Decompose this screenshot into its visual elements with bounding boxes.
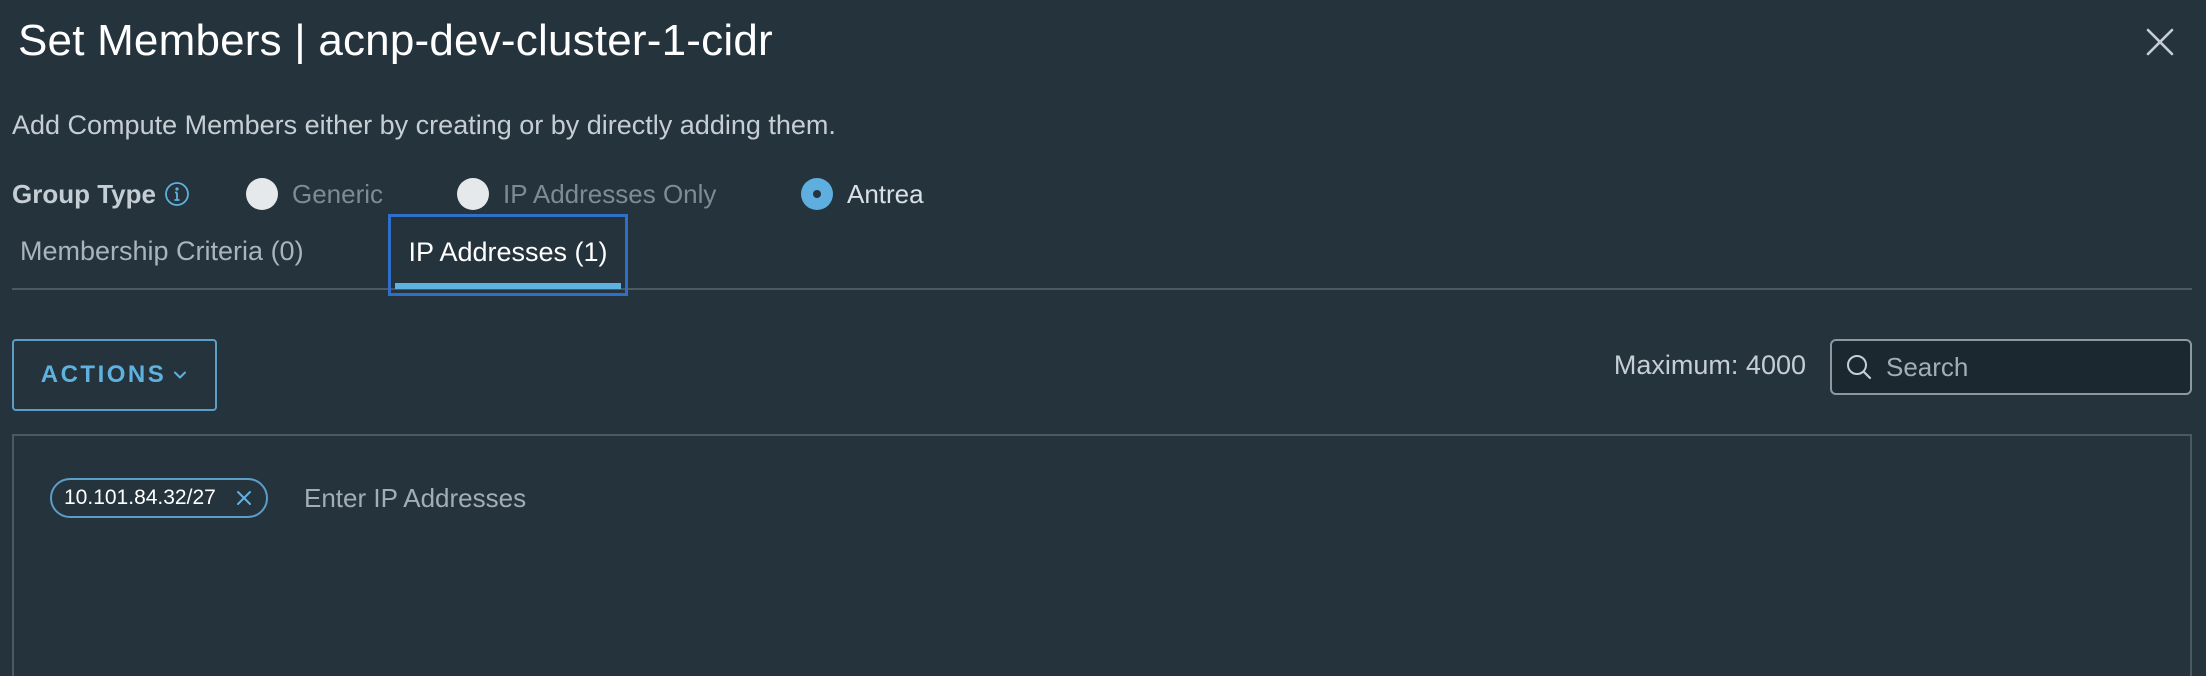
ip-address-chip: 10.101.84.32/27: [50, 478, 268, 518]
members-tabs: Membership Criteria (0) IP Addresses (1): [12, 212, 2192, 296]
tab-membership-criteria[interactable]: Membership Criteria (0): [12, 212, 348, 290]
radio-antrea-circle[interactable]: [801, 178, 833, 210]
search-input[interactable]: [1886, 351, 2186, 383]
dialog-title: Set Members | acnp-dev-cluster-1-cidr: [18, 16, 773, 65]
search-box[interactable]: [1830, 339, 2192, 395]
radio-ip-addresses-only[interactable]: IP Addresses Only: [457, 176, 716, 212]
info-icon[interactable]: [164, 181, 190, 207]
group-type-label-row: Group Type: [12, 176, 190, 212]
actions-dropdown-button[interactable]: ACTIONS: [12, 339, 217, 411]
dialog-description: Add Compute Members either by creating o…: [12, 110, 836, 140]
radio-generic-label: Generic: [292, 178, 384, 209]
remove-chip-icon[interactable]: [234, 488, 254, 508]
actions-label: ACTIONS: [40, 361, 167, 388]
close-icon: [2140, 22, 2180, 62]
ip-address-chip-label: 10.101.84.32/27: [64, 486, 216, 509]
maximum-count: Maximum: 4000: [1613, 350, 1806, 380]
set-members-dialog: Set Members | acnp-dev-cluster-1-cidr Ad…: [0, 0, 2206, 676]
close-button[interactable]: [2140, 22, 2180, 62]
radio-generic-circle[interactable]: [246, 178, 278, 210]
radio-antrea[interactable]: Antrea: [801, 176, 924, 212]
radio-ip-addresses-only-label: IP Addresses Only: [503, 178, 717, 209]
ip-address-entry-area[interactable]: 10.101.84.32/27: [12, 434, 2192, 676]
chevron-down-icon: [172, 367, 188, 383]
ip-address-input[interactable]: [304, 480, 904, 516]
tab-ip-addresses[interactable]: IP Addresses (1): [388, 214, 628, 296]
radio-generic[interactable]: Generic: [246, 176, 383, 212]
search-icon: [1844, 352, 1874, 382]
group-type-label: Group Type: [12, 178, 156, 209]
radio-ip-addresses-only-circle[interactable]: [457, 178, 489, 210]
radio-antrea-label: Antrea: [847, 178, 924, 209]
